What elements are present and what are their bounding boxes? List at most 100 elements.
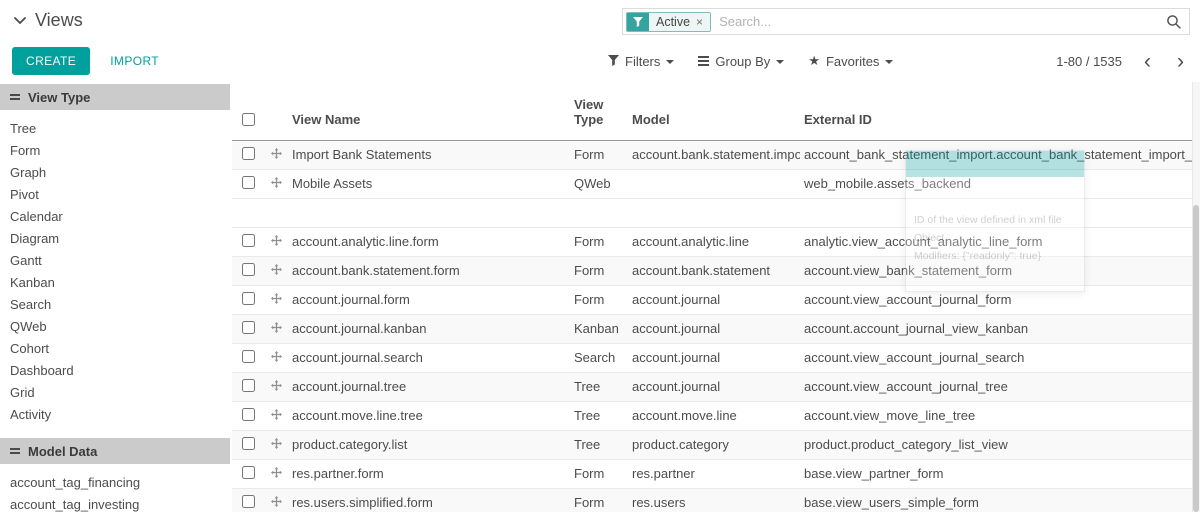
sidebar-item-form[interactable]: Form — [0, 140, 232, 162]
table-row[interactable]: account.bank.statement.formFormaccount.b… — [232, 256, 1192, 285]
view-type-cell: Search — [570, 343, 628, 372]
drag-handle-icon[interactable] — [264, 169, 288, 198]
row-select-cell — [232, 430, 264, 459]
sidebar-item-graph[interactable]: Graph — [0, 162, 232, 184]
content: View TypeTreeFormGraphPivotCalendarDiagr… — [0, 82, 1200, 512]
row-checkbox[interactable] — [242, 147, 255, 160]
sidebar-item-account-tag-investing[interactable]: account_tag_investing — [0, 494, 232, 512]
filters-menu[interactable]: Filters — [608, 54, 674, 69]
external-id-cell: account.view_bank_statement_form — [800, 256, 1192, 285]
row-select-cell — [232, 256, 264, 285]
favorites-menu-label: Favorites — [826, 54, 879, 69]
model-cell: res.users — [628, 488, 800, 512]
sidebar-item-pivot[interactable]: Pivot — [0, 184, 232, 206]
drag-handle-icon[interactable] — [264, 459, 288, 488]
row-checkbox[interactable] — [242, 495, 255, 508]
model-cell: account.journal — [628, 372, 800, 401]
external-id-cell: account.view_account_journal_tree — [800, 372, 1192, 401]
table-row[interactable]: res.partner.formFormres.partnerbase.view… — [232, 459, 1192, 488]
table-row[interactable]: account.move.line.treeTreeaccount.move.l… — [232, 401, 1192, 430]
view-name-cell: account.analytic.line.form — [288, 227, 570, 256]
drag-handle-icon[interactable] — [264, 430, 288, 459]
sidebar-item-tree[interactable]: Tree — [0, 118, 232, 140]
table-row[interactable]: account.journal.treeTreeaccount.journala… — [232, 372, 1192, 401]
row-checkbox[interactable] — [242, 263, 255, 276]
drag-handle-icon[interactable] — [264, 227, 288, 256]
table-row[interactable]: account.journal.kanbanKanbanaccount.jour… — [232, 314, 1192, 343]
sidebar-item-dashboard[interactable]: Dashboard — [0, 360, 232, 382]
row-checkbox[interactable] — [242, 321, 255, 334]
list-view: View Name View Type Model External ID Im… — [232, 82, 1200, 512]
import-button[interactable]: IMPORT — [106, 48, 163, 74]
row-checkbox[interactable] — [242, 437, 255, 450]
sidebar-item-account-tag-financing[interactable]: account_tag_financing — [0, 472, 232, 494]
sidebar-item-diagram[interactable]: Diagram — [0, 228, 232, 250]
row-checkbox[interactable] — [242, 292, 255, 305]
search-icon[interactable] — [1166, 14, 1182, 33]
search-facet-active[interactable]: Active × — [626, 12, 711, 32]
group-by-icon — [698, 54, 709, 68]
view-name-cell: account.bank.statement.form — [288, 256, 570, 285]
view-type-cell: QWeb — [570, 169, 628, 198]
drag-handle-icon[interactable] — [264, 256, 288, 285]
drag-handle-icon[interactable] — [264, 140, 288, 169]
view-type-cell: Form — [570, 459, 628, 488]
external-id-cell: analytic.view_account_analytic_line_form — [800, 227, 1192, 256]
drag-handle-icon[interactable] — [264, 314, 288, 343]
sidebar-item-search[interactable]: Search — [0, 294, 232, 316]
drag-handle-icon[interactable] — [264, 488, 288, 512]
view-name-cell: Mobile Assets — [288, 169, 570, 198]
drag-handle-icon[interactable] — [264, 285, 288, 314]
create-button[interactable]: CREATE — [12, 47, 90, 75]
model-cell: account.analytic.line — [628, 227, 800, 256]
funnel-icon — [608, 54, 619, 69]
chevron-down-icon[interactable] — [14, 17, 26, 25]
row-checkbox[interactable] — [242, 408, 255, 421]
drag-handle-icon[interactable] — [264, 401, 288, 430]
column-header-view-type[interactable]: View Type — [570, 82, 628, 140]
table-row[interactable]: account.journal.searchSearchaccount.jour… — [232, 343, 1192, 372]
table-row[interactable]: product.category.listTreeproduct.categor… — [232, 430, 1192, 459]
row-checkbox[interactable] — [242, 234, 255, 247]
page-title: Views — [35, 10, 83, 31]
sidebar-item-kanban[interactable]: Kanban — [0, 272, 232, 294]
view-type-cell: Tree — [570, 401, 628, 430]
sidebar-item-grid[interactable]: Grid — [0, 382, 232, 404]
groupby-menu[interactable]: Group By — [698, 54, 784, 69]
row-checkbox[interactable] — [242, 379, 255, 392]
vertical-scrollbar[interactable] — [1192, 82, 1200, 512]
row-checkbox[interactable] — [242, 350, 255, 363]
column-header-view-name[interactable]: View Name — [288, 82, 570, 140]
table-row[interactable]: account.journal.formFormaccount.journala… — [232, 285, 1192, 314]
row-select-cell — [232, 314, 264, 343]
section-bars-icon — [10, 92, 20, 102]
sidebar-item-gantt[interactable]: Gantt — [0, 250, 232, 272]
view-name-cell: account.journal.search — [288, 343, 570, 372]
column-header-external-id[interactable]: External ID — [800, 82, 1192, 140]
scrollbar-thumb[interactable] — [1193, 205, 1199, 512]
row-checkbox[interactable] — [242, 466, 255, 479]
favorites-menu[interactable]: ★ Favorites — [808, 53, 893, 69]
drag-handle-icon[interactable] — [264, 372, 288, 401]
sidebar-item-qweb[interactable]: QWeb — [0, 316, 232, 338]
table-row[interactable]: Mobile AssetsQWeb web_mobile.assets_backe… — [232, 169, 1192, 198]
search-input[interactable] — [711, 12, 1161, 31]
view-type-cell: Tree — [570, 430, 628, 459]
drag-handle-icon[interactable] — [264, 343, 288, 372]
search-bar[interactable]: Active × — [622, 8, 1190, 35]
table-row[interactable]: Import Bank StatementsFormaccount.bank.s… — [232, 140, 1192, 169]
pager-next-button[interactable]: › — [1173, 51, 1188, 72]
column-header-model[interactable]: Model — [628, 82, 800, 140]
row-checkbox[interactable] — [242, 176, 255, 189]
facet-remove-icon[interactable]: × — [696, 16, 703, 28]
sidebar-item-activity[interactable]: Activity — [0, 404, 232, 426]
section-bars-icon — [10, 446, 20, 456]
sidebar-item-cohort[interactable]: Cohort — [0, 338, 232, 360]
sidebar-item-calendar[interactable]: Calendar — [0, 206, 232, 228]
pager-range[interactable]: 1-80 / 1535 — [1056, 54, 1122, 69]
select-all-checkbox[interactable] — [242, 113, 255, 126]
table-row[interactable]: res.users.simplified.formFormres.usersba… — [232, 488, 1192, 512]
table-row[interactable]: account.analytic.line.formFormaccount.an… — [232, 227, 1192, 256]
pager-prev-button[interactable]: ‹ — [1140, 51, 1155, 72]
external-id-cell: web_mobile.assets_backend — [800, 169, 1192, 198]
